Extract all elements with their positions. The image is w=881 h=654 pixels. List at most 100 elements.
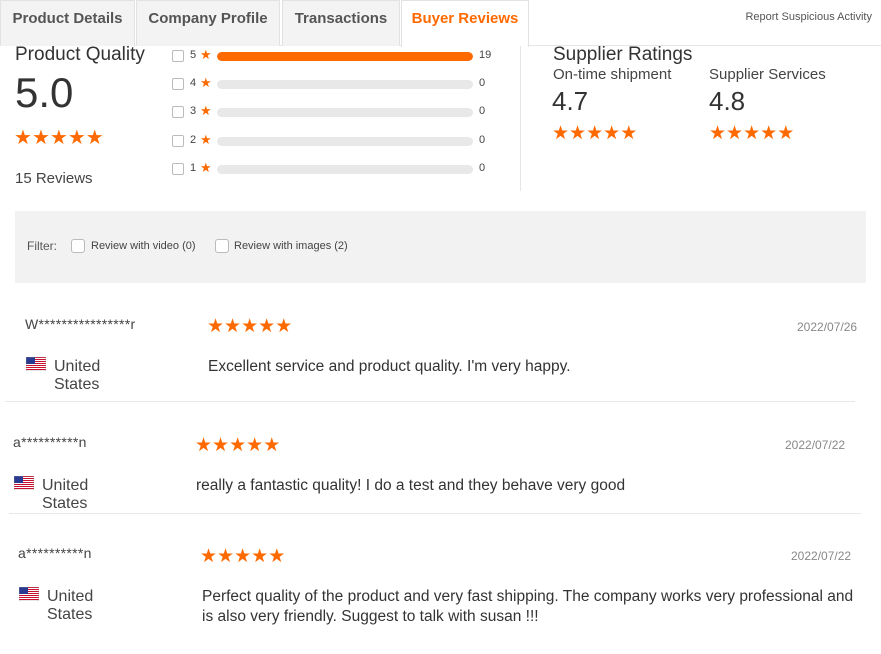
star-icon: ★ — [200, 47, 212, 62]
tab-transactions[interactable]: Transactions — [282, 0, 400, 46]
review-text: Excellent service and product quality. I… — [208, 358, 571, 375]
star-icon: ★ — [200, 160, 212, 175]
reviews-count[interactable]: 15 Reviews — [15, 170, 93, 187]
review-with-images-label[interactable]: Review with images (2) — [234, 240, 348, 252]
star-icon: ★ — [234, 546, 252, 567]
us-flag-icon — [13, 475, 35, 491]
review-with-video-label[interactable]: Review with video (0) — [91, 240, 196, 252]
distribution-checkbox[interactable] — [172, 135, 184, 147]
supplier-services-score: 4.8 — [709, 86, 746, 116]
product-quality-title: Product Quality — [15, 44, 145, 65]
review-date: 2022/07/26 — [797, 320, 858, 334]
distribution-count: 19 — [479, 49, 492, 61]
distribution-row-1[interactable]: 1 ★ 0 — [172, 160, 502, 177]
distribution-bar-track — [217, 137, 473, 146]
tab-buyer-reviews[interactable]: Buyer Reviews — [401, 0, 529, 47]
star-icon: ★ — [14, 127, 32, 149]
distribution-checkbox[interactable] — [172, 106, 184, 118]
reviewer-country: United States — [54, 358, 101, 393]
distribution-row-5[interactable]: 5 ★ 19 — [172, 47, 502, 64]
star-icon: ★ — [229, 435, 247, 456]
star-icon: ★ — [603, 123, 621, 144]
reviewer-name: a**********n — [13, 434, 87, 450]
distribution-count: 0 — [479, 134, 486, 146]
distribution-count: 0 — [479, 105, 486, 117]
star-icon: ★ — [241, 316, 259, 337]
star-icon: ★ — [760, 123, 778, 144]
review-text: Perfect quality of the product and very … — [202, 588, 854, 625]
distribution-row-3[interactable]: 3 ★ 0 — [172, 103, 502, 120]
distribution-row-2[interactable]: 2 ★ 0 — [172, 132, 502, 149]
star-icon: ★ — [49, 127, 68, 149]
distribution-bar-fill — [217, 52, 473, 61]
star-icon: ★ — [200, 546, 218, 567]
star-icon: ★ — [207, 316, 225, 337]
star-icon: ★ — [569, 123, 587, 144]
distribution-bar-track — [217, 165, 473, 174]
supplier-ratings-title: Supplier Ratings — [553, 44, 693, 65]
reviewer-name: a**********n — [18, 545, 92, 561]
star-icon: ★ — [246, 435, 264, 456]
star-icon: ★ — [258, 316, 276, 337]
distribution-checkbox[interactable] — [172, 78, 184, 90]
review-separator — [9, 513, 861, 514]
star-icon: ★ — [200, 75, 212, 90]
distribution-bar-track — [217, 108, 473, 117]
review-filter-bar: Filter: Review with video (0) Review wit… — [15, 211, 866, 283]
review-stars: ★ ★ ★ ★ ★ — [207, 317, 292, 336]
distribution-star-number: 2 — [190, 134, 197, 146]
distribution-bar-track — [217, 52, 473, 61]
star-icon: ★ — [275, 316, 293, 337]
distribution-checkbox[interactable] — [172, 50, 184, 62]
star-icon: ★ — [85, 127, 104, 149]
review-with-video-checkbox[interactable] — [71, 239, 85, 253]
distribution-checkbox[interactable] — [172, 163, 184, 175]
on-time-shipment-score: 4.7 — [552, 86, 589, 116]
star-icon: ★ — [251, 546, 269, 567]
star-icon: ★ — [586, 123, 604, 144]
distribution-star-number: 4 — [190, 77, 197, 89]
star-icon: ★ — [224, 316, 242, 337]
supplier-services-stars: ★ ★ ★ ★ ★ — [709, 124, 794, 143]
star-icon: ★ — [200, 103, 212, 118]
section-divider — [520, 46, 521, 191]
star-icon: ★ — [263, 435, 281, 456]
review-date: 2022/07/22 — [791, 549, 852, 563]
distribution-row-4[interactable]: 4 ★ 0 — [172, 75, 502, 92]
star-icon: ★ — [709, 123, 727, 144]
star-icon: ★ — [743, 123, 761, 144]
tab-product-details[interactable]: Product Details — [0, 0, 135, 46]
star-icon: ★ — [31, 127, 50, 149]
on-time-shipment-stars: ★ ★ ★ ★ ★ — [552, 124, 637, 143]
star-icon: ★ — [726, 123, 744, 144]
star-icon: ★ — [200, 132, 212, 147]
review-with-images-checkbox[interactable] — [215, 239, 229, 253]
star-icon: ★ — [268, 546, 286, 567]
star-icon: ★ — [212, 435, 230, 456]
supplier-services-label: Supplier Services — [709, 66, 826, 83]
product-quality-score: 5.0 — [15, 69, 74, 116]
tab-bar: Product Details Company Profile Transact… — [0, 0, 881, 47]
star-icon: ★ — [777, 123, 795, 144]
us-flag-icon — [25, 356, 47, 372]
tab-company-profile[interactable]: Company Profile — [136, 0, 280, 46]
star-icon: ★ — [67, 127, 86, 149]
filter-label: Filter: — [27, 239, 57, 253]
product-quality-stars: ★ ★ ★ ★ ★ — [14, 128, 104, 148]
star-icon: ★ — [552, 123, 570, 144]
report-suspicious-activity-link[interactable]: Report Suspicious Activity — [745, 11, 872, 23]
review-stars: ★ ★ ★ ★ ★ — [200, 547, 285, 566]
distribution-bar-track — [217, 80, 473, 89]
star-icon: ★ — [195, 435, 213, 456]
distribution-star-number: 3 — [190, 105, 197, 117]
star-icon: ★ — [217, 546, 235, 567]
distribution-count: 0 — [479, 77, 486, 89]
review-separator — [5, 401, 855, 402]
reviewer-country: United States — [42, 477, 89, 512]
reviewer-country: United States — [47, 588, 94, 623]
distribution-count: 0 — [479, 162, 486, 174]
review-stars: ★ ★ ★ ★ ★ — [195, 436, 280, 455]
distribution-star-number: 1 — [190, 162, 197, 174]
star-icon: ★ — [620, 123, 638, 144]
reviewer-name: W****************r — [25, 316, 136, 332]
